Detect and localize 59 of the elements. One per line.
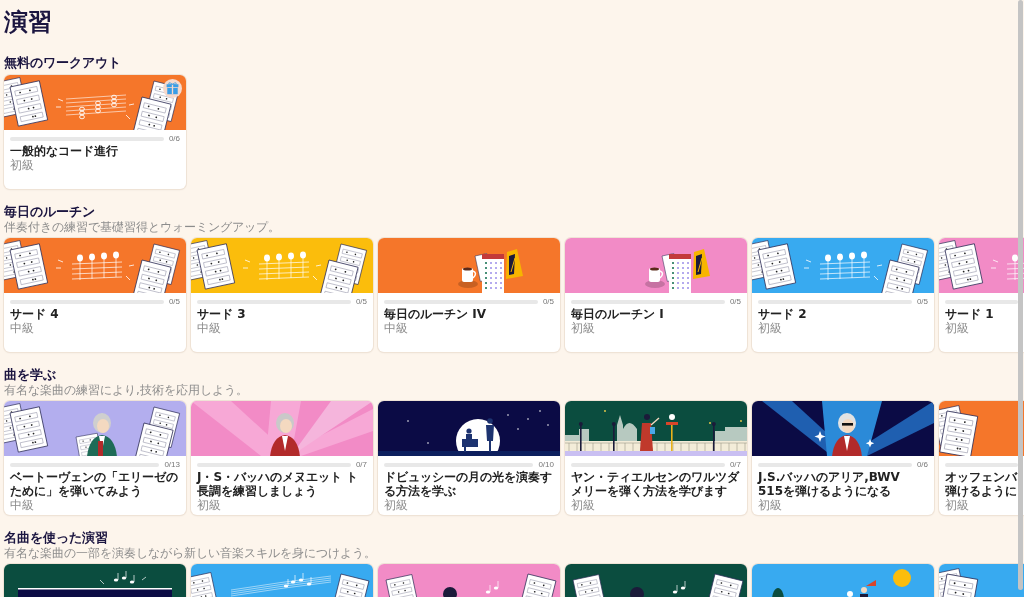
- course-card[interactable]: 0/5 サード 2 初級: [752, 238, 934, 352]
- course-card[interactable]: 0/6 一般的なコード進行 初級: [4, 75, 186, 189]
- difficulty-label: 中級: [10, 498, 35, 512]
- progress-count: 0/5: [168, 297, 180, 306]
- difficulty-label: 中級: [197, 321, 222, 335]
- progress-count: 0/5: [916, 297, 928, 306]
- progress-count: 0/5: [542, 297, 554, 306]
- card-title: ヤン・ティエルセンのワルツダメリーを弾く方法を学びます: [571, 470, 741, 498]
- card-title: ドビュッシーの月の光を演奏する方法を学ぶ: [384, 470, 553, 498]
- section-subtitle: 伴奏付きの練習で基礎習得とウォーミングアップ。: [4, 220, 281, 234]
- card-title: オッフェンバ弾けるように: [945, 470, 1018, 498]
- progress-count: 0/6: [916, 460, 928, 469]
- progress-count: 0/5: [355, 297, 367, 306]
- course-card[interactable]: 0/10 ドビュッシーの月の光を演奏する方法を学ぶ 初級: [378, 401, 560, 515]
- progress-count: 0/5: [729, 297, 741, 306]
- card-title: サード 3: [197, 307, 247, 321]
- course-card[interactable]: 0/6 J.S.バッハのアリア,BWV 515を弾けるようになる 初級: [752, 401, 934, 515]
- difficulty-label: 初級: [571, 498, 596, 512]
- difficulty-label: 中級: [10, 321, 35, 335]
- section-heading: 毎日のルーチン: [4, 204, 96, 220]
- section-heading: 曲を学ぶ: [4, 367, 57, 383]
- progress-count: 0/10: [538, 460, 554, 469]
- card-title: サード 1: [945, 307, 995, 321]
- card-title: J・S・バッハのメヌエット ト長調を練習しましょう: [197, 470, 360, 498]
- difficulty-label: 中級: [384, 321, 409, 335]
- course-card[interactable]: 0/13 ベートーヴェンの「エリーゼのために」を弾いてみよう 中級: [4, 401, 186, 515]
- section-heading: 名曲を使った演習: [4, 530, 109, 546]
- course-card[interactable]: 0/7 J・S・バッハのメヌエット ト長調を練習しましょう 初級: [191, 401, 373, 515]
- section-heading: 無料のワークアウト: [4, 55, 122, 71]
- card-title: ベートーヴェンの「エリーゼのために」を弾いてみよう: [10, 470, 179, 498]
- course-card[interactable]: 0/7 ヤン・ティエルセンのワルツダメリーを弾く方法を学びます 初級: [565, 401, 747, 515]
- section-subtitle: 有名な楽曲の練習により,技術を応用しよう。: [4, 383, 249, 397]
- course-card[interactable]: 0/5 サード 3 中級: [191, 238, 373, 352]
- progress-count: 0/7: [355, 460, 367, 469]
- difficulty-label: 初級: [384, 498, 409, 512]
- progress-count: 0/7: [729, 460, 741, 469]
- difficulty-label: 初級: [758, 321, 783, 335]
- difficulty-label: 初級: [571, 321, 596, 335]
- difficulty-label: 初級: [10, 158, 35, 172]
- card-title: 一般的なコード進行: [10, 144, 119, 158]
- course-card[interactable]: 0/5 サード 4 中級: [4, 238, 186, 352]
- scrollbar-thumb[interactable]: [1018, 0, 1023, 590]
- section-subtitle: 有名な楽曲の一部を演奏しながら新しい音楽スキルを身につけよう。: [4, 546, 377, 560]
- progress-count: 0/6: [168, 134, 180, 143]
- card-title: J.S.バッハのアリア,BWV 515を弾けるようになる: [758, 470, 901, 498]
- course-card[interactable]: オッフェンバ弾けるように 初級: [939, 401, 1024, 515]
- card-title: サード 4: [10, 307, 60, 321]
- difficulty-label: 初級: [945, 321, 970, 335]
- card-title: 毎日のルーチン IV: [384, 307, 487, 321]
- course-card[interactable]: 0/5 毎日のルーチン IV 中級: [378, 238, 560, 352]
- course-card[interactable]: サード 1 初級: [939, 238, 1024, 352]
- course-card[interactable]: 0/5 毎日のルーチン I 初級: [565, 238, 747, 352]
- card-title: サード 2: [758, 307, 808, 321]
- difficulty-label: 初級: [758, 498, 783, 512]
- difficulty-label: 初級: [197, 498, 222, 512]
- page-title: 演習: [4, 7, 53, 38]
- card-title: 毎日のルーチン I: [571, 307, 665, 321]
- progress-count: 0/13: [164, 460, 180, 469]
- difficulty-label: 初級: [945, 498, 970, 512]
